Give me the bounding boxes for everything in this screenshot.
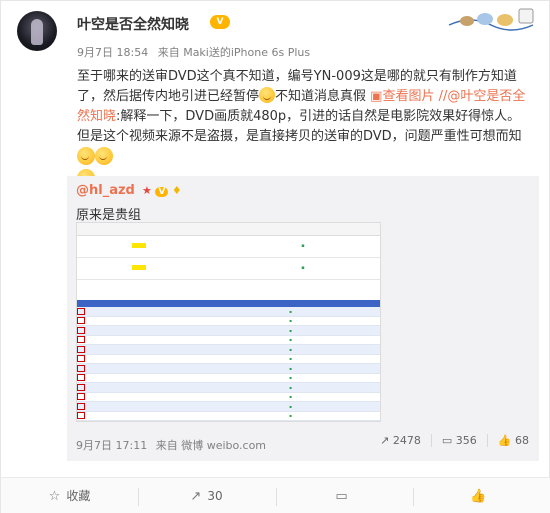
- like-button[interactable]: 👍: [413, 478, 550, 513]
- repost-block: @hl_azd ★ V ♦ 原来是贵组 ▪ ▪ ▪ ▪ ▪ ▪ ▪ ▪ ▪ ▪ …: [67, 176, 539, 461]
- view-picture-link[interactable]: 查看图片: [382, 89, 434, 104]
- favorite-button[interactable]: ☆ 收藏: [1, 478, 138, 513]
- smile-emoji-icon: [77, 147, 95, 165]
- like-icon: 👍: [497, 434, 512, 447]
- comment-icon: ▭: [441, 434, 453, 447]
- repost-comment-count: 356: [455, 434, 477, 447]
- repost-username[interactable]: @hl_azd: [76, 183, 135, 198]
- star-icon: ☆: [48, 489, 61, 504]
- post-source: 来自 Maki送的iPhone 6s Plus: [157, 46, 311, 59]
- post-meta: 9月7日 18:54 来自 Maki送的iPhone 6s Plus: [77, 44, 316, 60]
- star-badge-icon: ★: [142, 184, 152, 197]
- favorite-label: 收藏: [66, 489, 91, 503]
- comment-button[interactable]: ▭: [276, 478, 413, 513]
- repost-text: 原来是贵组: [76, 208, 142, 223]
- action-bar: ☆ 收藏 ↗ 30 ▭ 👍: [1, 477, 550, 513]
- repost-actions: ↗ 2478 ▭ 356 👍 68: [370, 434, 539, 447]
- post-time[interactable]: 9月7日 18:54: [77, 46, 148, 59]
- card-decoration-icon: [448, 8, 534, 31]
- username[interactable]: 叶空是否全然知晓: [77, 14, 189, 34]
- repost-like-count: 68: [515, 434, 529, 447]
- like-icon: 👍: [470, 489, 487, 504]
- gem-badge-icon: ♦: [171, 184, 182, 197]
- weibo-card: 叶空是否全然知晓 V 9月7日 18:54 来自 Maki送的iPhone 6s…: [0, 0, 550, 513]
- post-text-part2: 不知道消息真假: [275, 89, 367, 104]
- comment-icon: ▭: [335, 489, 348, 504]
- repost-source: 来自 微博 weibo.com: [155, 439, 267, 452]
- vip-badge[interactable]: V: [210, 15, 230, 29]
- repost-badges: ★ V ♦: [142, 184, 182, 197]
- post-text-part3: :解释一下，DVD画质就480p，引进的话自然是电影院效果好得惊人。但是这个视频…: [77, 109, 522, 144]
- avatar[interactable]: [17, 11, 57, 51]
- repost-image[interactable]: ▪ ▪ ▪ ▪ ▪ ▪ ▪ ▪ ▪ ▪ ▪ ▪ ▪ ▪: [76, 222, 381, 422]
- post-text: 至于哪来的送审DVD这个真不知道，编号YN-009这是哪的就只有制作方知道了，然…: [77, 67, 532, 191]
- repost-time[interactable]: 9月7日 17:11: [76, 439, 147, 452]
- share-button[interactable]: ↗ 30: [138, 478, 275, 513]
- picture-icon: ▣: [370, 89, 383, 104]
- repost-like-button[interactable]: 👍 68: [486, 434, 539, 447]
- repost-share-count: 2478: [392, 434, 421, 447]
- share-icon: ↗: [190, 489, 202, 504]
- repost-share-button[interactable]: ↗ 2478: [370, 434, 431, 447]
- share-count: 30: [207, 489, 223, 503]
- smile-emoji-icon: [259, 87, 276, 103]
- repost-comment-button[interactable]: ▭ 356: [430, 434, 487, 447]
- repost-meta: 9月7日 17:11 来自 微博 weibo.com: [76, 437, 271, 453]
- smile-emoji-icon: [95, 147, 113, 165]
- vip-badge-icon: V: [155, 187, 169, 197]
- share-icon: ↗: [380, 434, 390, 447]
